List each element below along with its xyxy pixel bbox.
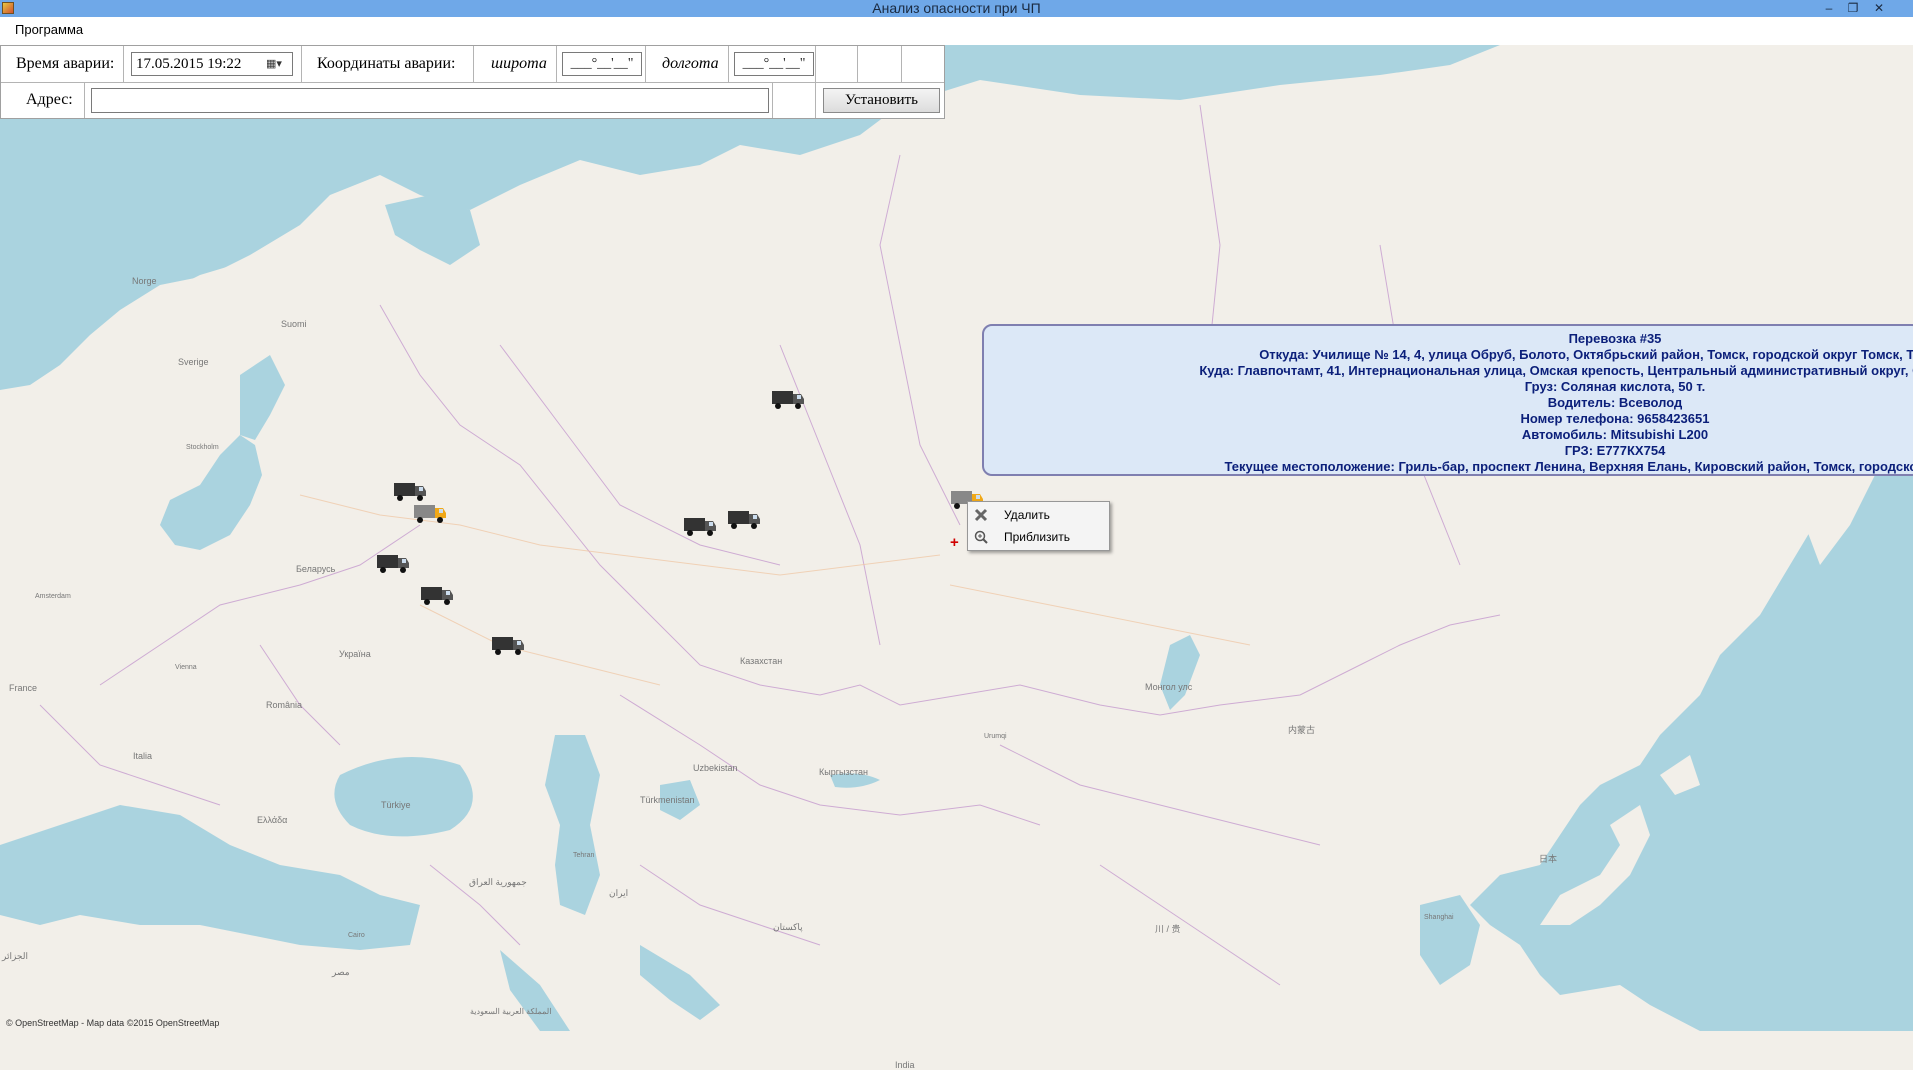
popup-from: Откуда: Училище № 14, 4, улица Обруб, Бо… [1259, 347, 1913, 362]
popup-phone: Номер телефона: 9658423651 [1520, 411, 1710, 426]
map-label-iran: ایران [609, 888, 629, 898]
map-label-algeria: الجزائر [2, 951, 28, 961]
map-label-kyrgyzstan: Кыргызстан [819, 767, 868, 777]
panel-divider [301, 46, 302, 82]
map-label-italia: Italia [133, 751, 153, 761]
popup-driver: Водитель: Всеволод [1547, 395, 1683, 410]
delete-icon [974, 508, 988, 522]
latitude-field[interactable]: ___°__'__" [562, 52, 642, 76]
map-label-norge: Norge [132, 276, 157, 286]
shipment-info-popup: Перевозка #35 Откуда: Училище № 14, 4, у… [982, 324, 1913, 476]
panel-divider [84, 82, 85, 118]
truck-marker[interactable] [771, 387, 805, 411]
map-label-ukraina: Україна [339, 649, 371, 659]
zoom-icon [974, 530, 988, 544]
panel-divider [815, 46, 816, 118]
map-label-belarus: Беларусь [296, 564, 336, 574]
accident-crosshair-icon: + [950, 534, 959, 551]
map-label-saudi: المملكة العربية السعودية [470, 1007, 552, 1016]
panel-divider [772, 82, 773, 118]
context-menu-delete-label: Удалить [1004, 508, 1050, 522]
map-label-india: India [895, 1060, 915, 1070]
map-label-cairo: Cairo [348, 932, 365, 939]
close-icon[interactable]: ✕ [1868, 0, 1890, 17]
minimize-icon[interactable]: – [1818, 0, 1840, 17]
truck-marker[interactable] [376, 551, 410, 575]
panel-divider [857, 46, 858, 82]
menu-program[interactable]: Программа [15, 22, 83, 37]
map-label-suomi: Suomi [281, 319, 307, 329]
map-label-tehran: Tehran [573, 852, 595, 859]
map-label-vienna: Vienna [175, 664, 197, 671]
truck-marker[interactable] [491, 633, 525, 657]
address-label: Адрес: [26, 91, 73, 108]
map-label-mongolia: Монгол улс [1145, 682, 1193, 692]
panel-divider [473, 46, 474, 82]
map-label-turkmenistan: Türkmenistan [640, 795, 695, 805]
map-label-japan: 日本 [1539, 854, 1558, 864]
map-label-china-nm: 内蒙古 [1288, 725, 1316, 735]
popup-plate: ГРЗ: Е777КХ754 [1564, 443, 1666, 458]
longitude-field[interactable]: ___°__'__" [734, 52, 814, 76]
latitude-label: широта [491, 55, 547, 72]
map-label-romania: România [266, 700, 303, 710]
map-label-pakistan: پاکستان [773, 922, 803, 932]
map-label-stockholm: Stockholm [186, 444, 219, 451]
truck-marker[interactable] [683, 514, 717, 538]
truck-marker[interactable] [727, 507, 761, 531]
menu-bar: Программа [0, 17, 1913, 45]
map-label-sverige: Sverige [178, 357, 209, 367]
panel-divider [901, 46, 902, 82]
panel-divider [645, 46, 646, 82]
calendar-dropdown-icon[interactable]: ▦▾ [266, 57, 288, 71]
accident-coords-label: Координаты аварии: [317, 55, 456, 72]
popup-title: Перевозка #35 [1568, 331, 1662, 346]
popup-car: Автомобиль: Mitsubishi L200 [1521, 427, 1709, 442]
restore-icon[interactable]: ❐ [1842, 0, 1864, 17]
map-label-misr: مصر [332, 967, 350, 977]
panel-divider [123, 46, 124, 82]
map-attribution: © OpenStreetMap - Map data ©2015 OpenStr… [6, 1018, 220, 1028]
context-menu-zoom-label: Приблизить [1004, 530, 1070, 544]
address-input[interactable] [91, 88, 769, 113]
panel-divider [728, 46, 729, 82]
map-label-france: France [9, 683, 38, 693]
map-label-urumqi: Urumqi [984, 733, 1007, 740]
accident-time-value: 17.05.2015 19:22 [136, 56, 242, 72]
popup-location: Текущее местоположение: Гриль-бар, просп… [1224, 459, 1913, 474]
map-label-turkiye: Türkiye [381, 800, 411, 810]
map-label-iraq: جمهورية العراق [469, 877, 527, 887]
window-title: Анализ опасности при ЧП [872, 0, 1041, 16]
map-label-ellada: Ελλάδα [257, 815, 288, 825]
context-menu-zoom[interactable]: Приблизить [968, 526, 1109, 548]
longitude-label: долгота [662, 55, 719, 72]
map-label-shanghai: Shanghai [1424, 914, 1454, 921]
panel-row-divider [1, 82, 944, 83]
truck-marker[interactable] [393, 479, 427, 503]
set-button[interactable]: Установить [823, 88, 940, 113]
window-titlebar: Анализ опасности при ЧП – ❐ ✕ [0, 0, 1913, 17]
accident-time-picker[interactable]: 17.05.2015 19:22 ▦▾ [131, 52, 293, 76]
map-label-uzbekistan: Uzbekistan [693, 763, 738, 773]
popup-to: Куда: Главпочтамт, 41, Интернациональная… [1199, 363, 1913, 378]
accident-time-label: Время аварии: [16, 55, 115, 72]
context-menu-delete[interactable]: Удалить [968, 504, 1109, 526]
map-label-china-sc: 川 / 贵 [1155, 924, 1181, 934]
truck-marker-highlighted[interactable] [413, 501, 447, 525]
panel-divider [556, 46, 557, 82]
context-menu: Удалить Приблизить [967, 501, 1110, 551]
popup-cargo: Груз: Соляная кислота, 50 т. [1524, 379, 1706, 394]
truck-marker[interactable] [420, 583, 454, 607]
toolbar-panel: Время аварии: 17.05.2015 19:22 ▦▾ Коорди… [0, 45, 945, 119]
map-label-kazakhstan: Казахстан [740, 656, 783, 666]
map-label-amsterdam: Amsterdam [35, 593, 71, 600]
